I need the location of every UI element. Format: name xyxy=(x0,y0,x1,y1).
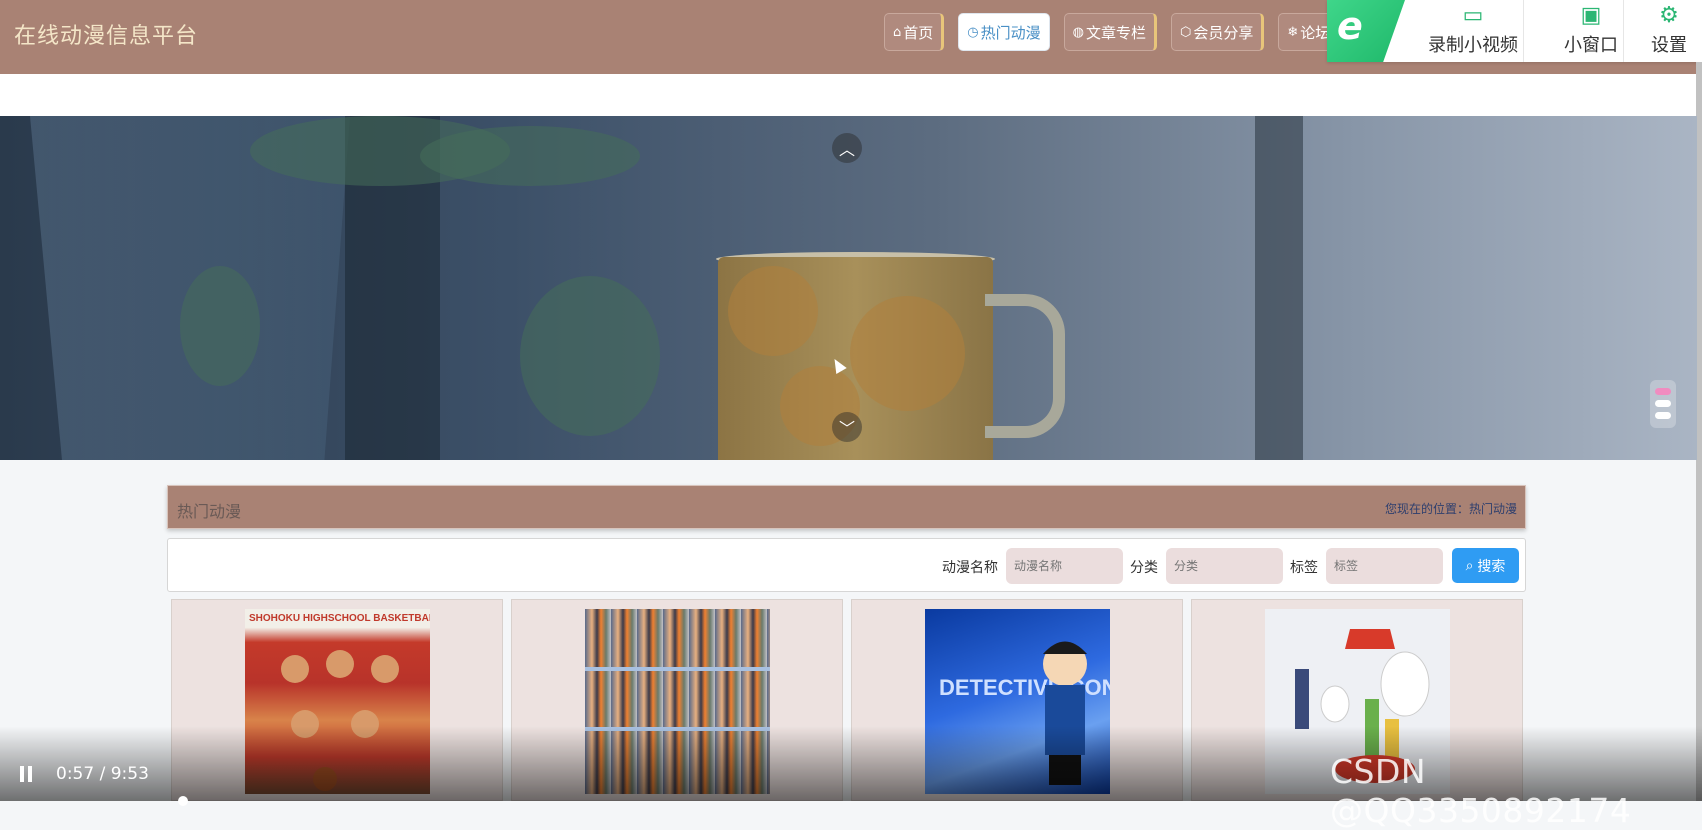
carousel-dot[interactable] xyxy=(1655,400,1671,407)
globe-icon: ◍ xyxy=(1072,24,1084,40)
nav-label: 首页 xyxy=(903,23,934,42)
toolbar-divider xyxy=(1523,0,1524,62)
chevron-up-icon: ︿ xyxy=(838,140,855,159)
video-progress-handle[interactable] xyxy=(178,796,188,806)
banner-window-frame xyxy=(1255,116,1303,460)
browser-logo-icon: e xyxy=(1327,0,1405,62)
nav-label: 文章专栏 xyxy=(1085,23,1146,42)
anime-name-label: 动漫名称 xyxy=(942,560,998,576)
category-label: 分类 xyxy=(1130,560,1158,576)
mini-window-label: 小窗口 xyxy=(1564,35,1618,56)
toolbar-divider xyxy=(1623,0,1624,62)
search-button[interactable]: ⌕ 搜索 xyxy=(1452,548,1519,583)
record-video-label: 录制小视频 xyxy=(1428,35,1518,56)
nav-hot-anime[interactable]: ◷ 热门动漫 xyxy=(958,13,1050,51)
carousel-next-button[interactable]: ﹀ xyxy=(832,412,862,442)
pause-icon xyxy=(28,766,32,782)
carousel-prev-button[interactable]: ︿ xyxy=(832,133,862,163)
anime-name-input[interactable] xyxy=(1006,548,1123,584)
settings-button[interactable]: ⚙ 设置 xyxy=(1639,0,1699,62)
banner-carousel[interactable]: ︿ ﹀ xyxy=(0,116,1697,460)
carousel-indicators[interactable] xyxy=(1650,380,1676,428)
banner-mug-pattern xyxy=(728,266,818,356)
tag-label: 标签 xyxy=(1290,560,1318,576)
home-icon: ⌂ xyxy=(893,24,902,40)
clock-icon: ◷ xyxy=(967,24,979,40)
main-nav: ⌂ 首页 ◷ 热门动漫 ◍ 文章专栏 ⬡ 会员分享 ❄ 论坛信 xyxy=(884,13,1357,51)
video-time: 0:57 / 9:53 xyxy=(56,764,149,784)
csdn-watermark: CSDN @QQ3350892174 xyxy=(1330,752,1632,830)
banner-plant xyxy=(520,276,660,436)
banner-plant xyxy=(420,126,640,186)
browser-video-toolbar: e ▭ 录制小视频 ▣ 小窗口 ⚙ 设置 xyxy=(1327,0,1702,62)
header-spacer xyxy=(0,74,1700,116)
box-icon: ⬡ xyxy=(1180,24,1192,40)
breadcrumb[interactable]: 您现在的位置：热门动漫 xyxy=(1385,500,1517,517)
section-header: 热门动漫 您现在的位置：热门动漫 xyxy=(167,485,1526,529)
nav-label: 热门动漫 xyxy=(980,23,1041,42)
search-icon: ⌕ xyxy=(1465,557,1474,574)
carousel-dot-active[interactable] xyxy=(1655,388,1671,395)
banner-plant xyxy=(180,266,260,386)
pause-button[interactable] xyxy=(20,766,34,782)
nav-label: 会员分享 xyxy=(1193,23,1254,42)
nav-home[interactable]: ⌂ 首页 xyxy=(884,13,945,51)
tv-icon: ▣ xyxy=(1580,3,1602,28)
site-title[interactable]: 在线动漫信息平台 xyxy=(14,18,198,50)
mini-window-button[interactable]: ▣ 小窗口 xyxy=(1543,0,1639,62)
poster-caption: SHOHOKU HIGHSCHOOL BASKETBALL TEAM xyxy=(249,613,430,624)
pause-icon xyxy=(20,766,24,782)
gear-icon: ⚙ xyxy=(1659,3,1679,28)
settings-label: 设置 xyxy=(1651,35,1687,56)
banner-mug-pattern xyxy=(850,296,965,411)
category-input[interactable] xyxy=(1166,548,1283,584)
search-button-label: 搜索 xyxy=(1477,558,1506,575)
carousel-dot[interactable] xyxy=(1655,412,1671,419)
chevron-down-icon: ﹀ xyxy=(838,419,855,438)
tag-input[interactable] xyxy=(1326,548,1443,584)
nav-member-share[interactable]: ⬡ 会员分享 xyxy=(1171,13,1265,51)
nav-articles[interactable]: ◍ 文章专栏 xyxy=(1063,13,1157,51)
search-bar: 动漫名称 分类 标签 ⌕ 搜索 xyxy=(167,538,1526,592)
snowflake-icon: ❄ xyxy=(1287,24,1299,40)
banner-mug-handle xyxy=(985,294,1065,438)
record-video-button[interactable]: ▭ 录制小视频 xyxy=(1409,0,1537,62)
section-title: 热门动漫 xyxy=(177,502,242,521)
video-camera-icon: ▭ xyxy=(1462,3,1484,28)
